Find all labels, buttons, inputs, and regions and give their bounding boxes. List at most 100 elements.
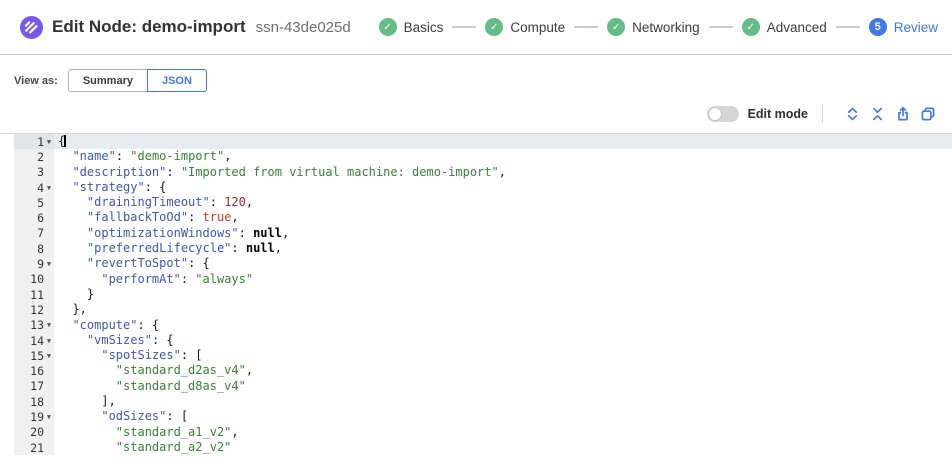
edit-mode-label: Edit mode — [748, 107, 808, 121]
line-number: 17 — [30, 379, 44, 393]
fold-caret-icon[interactable]: ▼ — [44, 352, 54, 360]
text-cursor — [64, 135, 66, 147]
step-advanced[interactable]: ✓ Advanced — [742, 18, 827, 36]
gutter-line: 6 — [14, 210, 54, 225]
step-compute[interactable]: ✓ Compute — [485, 18, 565, 36]
code-line[interactable]: "optimizationWindows": null, — [54, 226, 952, 241]
step-check-icon: ✓ — [485, 18, 503, 36]
code-line[interactable]: "standard_d2as_v4", — [54, 363, 952, 378]
code-line[interactable]: "description": "Imported from virtual ma… — [54, 165, 952, 180]
fold-caret-icon[interactable]: ▼ — [44, 337, 54, 345]
code-line[interactable]: "performAt": "always" — [54, 272, 952, 287]
code-line[interactable]: "strategy": { — [54, 180, 952, 195]
view-as-summary-button[interactable]: Summary — [68, 69, 148, 92]
line-number: 18 — [30, 395, 44, 409]
line-number: 8 — [37, 242, 44, 256]
gutter-line: 12 — [14, 302, 54, 317]
toggle-knob — [708, 107, 722, 121]
json-editor[interactable]: 1▼234▼56789▼10111213▼14▼15▼16171819▼2021… — [0, 133, 952, 455]
fold-caret-icon[interactable]: ▼ — [44, 413, 54, 421]
gutter-line: 9▼ — [14, 256, 54, 271]
step-connector — [709, 26, 733, 28]
step-connector — [452, 26, 476, 28]
line-number: 10 — [30, 272, 44, 286]
code-line[interactable]: { — [54, 134, 952, 149]
code-line[interactable]: "standard_d8as_v4" — [54, 379, 952, 394]
line-number: 3 — [37, 165, 44, 179]
step-number-badge: 5 — [869, 18, 887, 36]
line-number: 21 — [30, 441, 44, 455]
step-networking[interactable]: ✓Networking — [607, 18, 700, 36]
view-as-row: View as: Summary JSON — [0, 55, 952, 96]
step-label: Compute — [510, 20, 565, 35]
view-as-label: View as: — [14, 75, 58, 87]
code-line[interactable]: "revertToSpot": { — [54, 256, 952, 271]
node-id: ssn-43de025d — [256, 19, 351, 36]
step-connector — [836, 26, 860, 28]
code-line[interactable]: "vmSizes": { — [54, 333, 952, 348]
fold-caret-icon[interactable]: ▼ — [44, 138, 54, 146]
line-number: 4 — [37, 181, 44, 195]
code-line[interactable]: "spotSizes": [ — [54, 348, 952, 363]
line-number: 9 — [37, 257, 44, 271]
editor-toolbar: Edit mode — [0, 96, 952, 133]
line-number: 7 — [37, 226, 44, 240]
line-number: 20 — [30, 425, 44, 439]
line-number: 13 — [30, 318, 44, 332]
line-number: 6 — [37, 211, 44, 225]
gutter-line: 20 — [14, 425, 54, 440]
gutter-line: 8 — [14, 241, 54, 256]
fold-caret-icon[interactable]: ▼ — [44, 260, 54, 268]
line-number: 14 — [30, 334, 44, 348]
code-line[interactable]: "standard_a1_v2", — [54, 425, 952, 440]
code-line[interactable]: "standard_a2_v2" — [54, 440, 952, 455]
gutter-line: 19▼ — [14, 409, 54, 424]
step-connector — [574, 26, 598, 28]
code-line[interactable]: "drainingTimeout": 120, — [54, 195, 952, 210]
code-line[interactable]: "odSizes": [ — [54, 409, 952, 424]
code-line[interactable]: }, — [54, 302, 952, 317]
gutter-line: 7 — [14, 226, 54, 241]
line-number: 19 — [30, 410, 44, 424]
fold-caret-icon[interactable]: ▼ — [44, 321, 54, 329]
line-number: 12 — [30, 303, 44, 317]
gutter-line: 14▼ — [14, 333, 54, 348]
code-line[interactable]: "name": "demo-import", — [54, 149, 952, 164]
wizard-header: Edit Node: demo-import ssn-43de025d ✓Bas… — [0, 0, 952, 55]
editor-code-area[interactable]: { "name": "demo-import", "description": … — [54, 134, 952, 455]
code-line[interactable]: ], — [54, 394, 952, 409]
step-basics[interactable]: ✓Basics — [379, 18, 444, 36]
gutter-line: 2 — [14, 149, 54, 164]
code-line[interactable]: "compute": { — [54, 318, 952, 333]
spot-logo-icon — [20, 16, 43, 39]
copy-icon[interactable] — [919, 105, 936, 122]
gutter-line: 3 — [14, 165, 54, 180]
step-check-icon: ✓ — [742, 18, 760, 36]
gutter-line: 10 — [14, 272, 54, 287]
step-label: Networking — [632, 20, 700, 35]
gutter-line: 18 — [14, 394, 54, 409]
gutter-line: 11 — [14, 287, 54, 302]
line-number: 1 — [37, 135, 44, 149]
step-label: Advanced — [767, 20, 827, 35]
view-as-json-button[interactable]: JSON — [147, 69, 207, 92]
gutter-line: 13▼ — [14, 318, 54, 333]
wizard-stepper: ✓Basics ✓ Compute ✓Networking ✓ Advanced 5 Revi… — [379, 18, 938, 36]
gutter-line: 17 — [14, 379, 54, 394]
code-line[interactable]: "fallbackToOd": true, — [54, 210, 952, 225]
gutter-line: 4▼ — [14, 180, 54, 195]
collapse-all-icon[interactable] — [869, 105, 886, 122]
code-line[interactable]: "preferredLifecycle": null, — [54, 241, 952, 256]
gutter-line: 15▼ — [14, 348, 54, 363]
fold-caret-icon[interactable]: ▼ — [44, 184, 54, 192]
export-icon[interactable] — [894, 105, 911, 122]
view-as-toggle: Summary JSON — [68, 69, 207, 92]
edit-mode-toggle[interactable] — [707, 106, 739, 122]
gutter-line: 16 — [14, 363, 54, 378]
step-label: Basics — [404, 20, 444, 35]
step-review[interactable]: 5 Review — [869, 18, 938, 36]
step-label: Review — [894, 20, 938, 35]
expand-all-icon[interactable] — [844, 105, 861, 122]
code-line[interactable]: } — [54, 287, 952, 302]
line-number: 15 — [30, 349, 44, 363]
